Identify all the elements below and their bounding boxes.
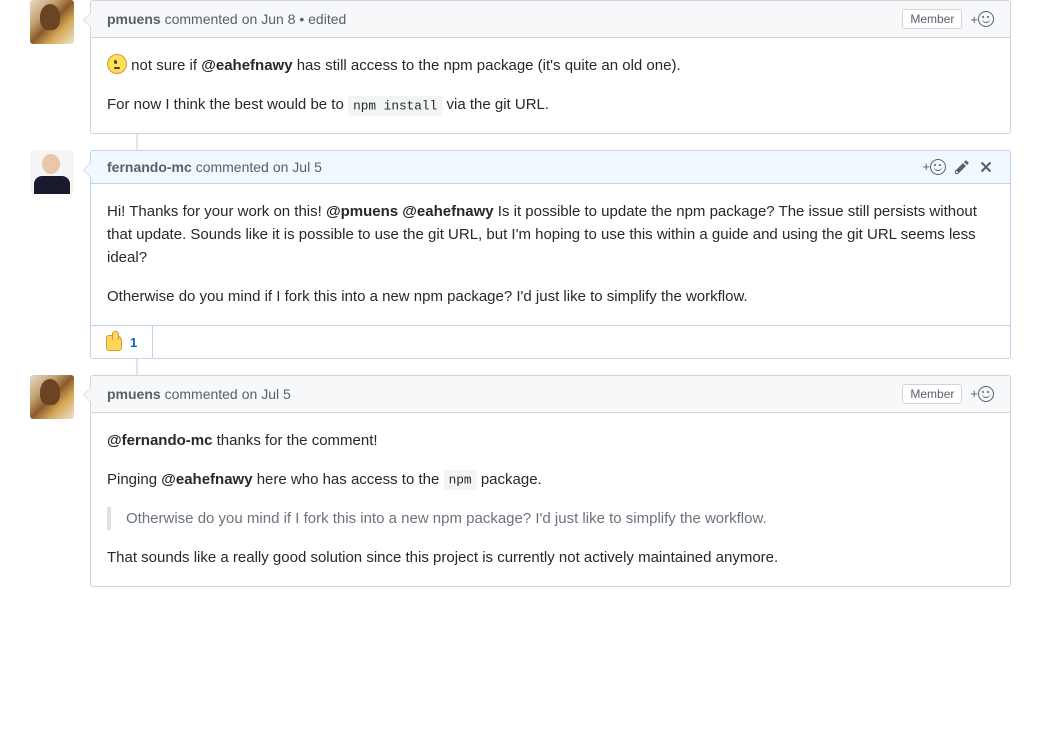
- text: package.: [477, 471, 542, 488]
- reaction-count: 1: [130, 335, 137, 350]
- text: thanks for the comment!: [212, 432, 377, 449]
- edit-button[interactable]: [954, 159, 970, 175]
- inline-code: npm: [444, 470, 477, 490]
- comment-timestamp[interactable]: on Jul 5: [242, 386, 291, 402]
- text: via the git URL.: [442, 96, 549, 113]
- text: That sounds like a really good solution …: [107, 546, 994, 569]
- comment: pmuens commented on Jun 8 • edited Membe…: [30, 0, 1011, 134]
- comment: fernando-mc commented on Jul 5 + Hi! Tha…: [30, 150, 1011, 359]
- thinking-face-emoji: [107, 54, 127, 74]
- smiley-icon: [978, 11, 994, 27]
- comment-header: fernando-mc commented on Jul 5 +: [91, 151, 1010, 184]
- comment-box: pmuens commented on Jun 8 • edited Membe…: [90, 0, 1011, 134]
- add-reaction-button[interactable]: +: [922, 159, 946, 175]
- user-mention[interactable]: @fernando-mc: [107, 432, 212, 449]
- reaction-bar: 1: [91, 325, 1010, 358]
- comment-body: not sure if @eahefnawy has still access …: [91, 38, 1010, 133]
- text: Pinging: [107, 471, 161, 488]
- user-mention[interactable]: @eahefnawy: [402, 203, 493, 220]
- avatar[interactable]: [30, 150, 74, 194]
- timeline: pmuens commented on Jun 8 • edited Membe…: [30, 0, 1011, 587]
- comment-body: Hi! Thanks for your work on this! @pmuen…: [91, 184, 1010, 325]
- pencil-icon: [954, 159, 970, 175]
- thumbs-up-reaction[interactable]: 1: [91, 326, 153, 358]
- add-reaction-button[interactable]: +: [970, 386, 994, 402]
- text: Otherwise do you mind if I fork this int…: [126, 507, 979, 530]
- add-reaction-button[interactable]: +: [970, 11, 994, 27]
- edited-indicator[interactable]: • edited: [299, 11, 346, 27]
- comment-author[interactable]: pmuens: [107, 386, 161, 402]
- text: has still access to the npm package (it'…: [293, 57, 681, 74]
- comment-box: fernando-mc commented on Jul 5 + Hi! Tha…: [90, 150, 1011, 359]
- text: here who has access to the: [253, 471, 444, 488]
- comment-author[interactable]: fernando-mc: [107, 159, 192, 175]
- blockquote: Otherwise do you mind if I fork this int…: [107, 507, 994, 530]
- inline-code: npm install: [348, 96, 442, 116]
- text: For now I think the best would be to: [107, 96, 348, 113]
- close-icon: [978, 159, 994, 175]
- comment-action: commented: [165, 11, 238, 27]
- comment: pmuens commented on Jul 5 Member + @fern…: [30, 375, 1011, 587]
- comment-body: @fernando-mc thanks for the comment! Pin…: [91, 413, 1010, 586]
- member-badge: Member: [902, 384, 962, 404]
- comment-timestamp[interactable]: on Jun 8: [242, 11, 296, 27]
- user-mention[interactable]: @pmuens: [326, 203, 398, 220]
- user-mention[interactable]: @eahefnawy: [201, 57, 292, 74]
- avatar[interactable]: [30, 0, 74, 44]
- comment-action: commented: [196, 159, 269, 175]
- text: Hi! Thanks for your work on this!: [107, 203, 326, 220]
- smiley-icon: [978, 386, 994, 402]
- comment-header: pmuens commented on Jun 8 • edited Membe…: [91, 1, 1010, 38]
- text: Otherwise do you mind if I fork this int…: [107, 285, 994, 308]
- comment-author[interactable]: pmuens: [107, 11, 161, 27]
- comment-timestamp[interactable]: on Jul 5: [273, 159, 322, 175]
- smiley-icon: [930, 159, 946, 175]
- avatar[interactable]: [30, 375, 74, 419]
- thumbs-up-icon: [106, 335, 122, 351]
- delete-button[interactable]: [978, 159, 994, 175]
- member-badge: Member: [902, 9, 962, 29]
- comment-action: commented: [165, 386, 238, 402]
- comment-box: pmuens commented on Jul 5 Member + @fern…: [90, 375, 1011, 587]
- user-mention[interactable]: @eahefnawy: [161, 471, 252, 488]
- text: not sure if: [131, 57, 201, 74]
- comment-header: pmuens commented on Jul 5 Member +: [91, 376, 1010, 413]
